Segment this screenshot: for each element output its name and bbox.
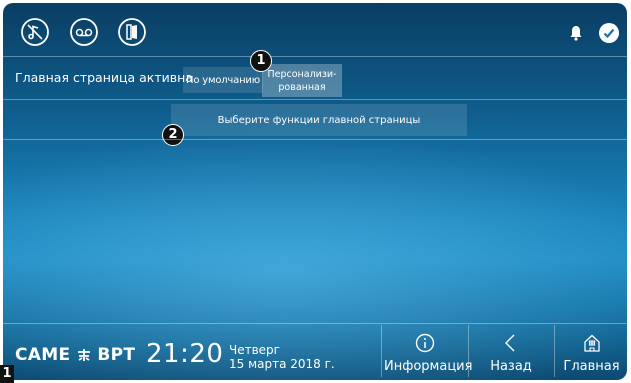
callout-2: 2 [162, 124, 184, 146]
default-homepage-button[interactable]: По умолчанию [183, 67, 263, 93]
homepage-active-label: Главная страница активна [15, 70, 193, 85]
select-homepage-functions-button[interactable]: Выберите функции главной страницы [171, 104, 467, 136]
check-icon [599, 23, 619, 43]
clock-time: 21:20 [146, 339, 224, 369]
info-icon [415, 333, 435, 353]
brand-symbol-icon [78, 349, 91, 361]
home-button[interactable]: Главная [556, 333, 627, 378]
voicemail-icon[interactable] [69, 17, 99, 47]
divider-middle [3, 99, 627, 100]
date-weekday: Четверг [229, 343, 280, 357]
callout-1: 1 [250, 50, 272, 72]
home-icon [583, 334, 600, 352]
divider-top [3, 56, 627, 57]
mute-icon[interactable] [20, 17, 50, 47]
custom-button-label-line2: рованная [278, 81, 326, 93]
custom-homepage-button[interactable]: Персонализи- рованная [262, 64, 342, 97]
device-screen: Главная страница активна По умолчанию Пе… [3, 3, 627, 380]
footer-separator [554, 325, 555, 377]
back-label: Назад [490, 359, 532, 374]
chevron-left-icon [505, 334, 515, 352]
divider-footer [3, 323, 627, 324]
brand-came: CAME [15, 345, 71, 365]
home-label: Главная [563, 359, 620, 374]
figure-number-label: 1 [0, 365, 14, 383]
came-bpt-logo: CAME BPT [15, 345, 135, 365]
back-button[interactable]: Назад [470, 333, 552, 378]
footer-separator [468, 325, 469, 377]
divider-lower [3, 139, 627, 140]
brand-bpt: BPT [97, 345, 136, 365]
door-open-icon[interactable] [117, 17, 147, 47]
info-button[interactable]: Информация [384, 333, 473, 378]
custom-button-label-line1: Персонализи- [267, 68, 337, 80]
bell-icon [569, 25, 583, 41]
date-full: 15 марта 2018 г. [229, 357, 335, 371]
footer-separator [381, 325, 382, 377]
info-label: Информация [384, 359, 473, 374]
